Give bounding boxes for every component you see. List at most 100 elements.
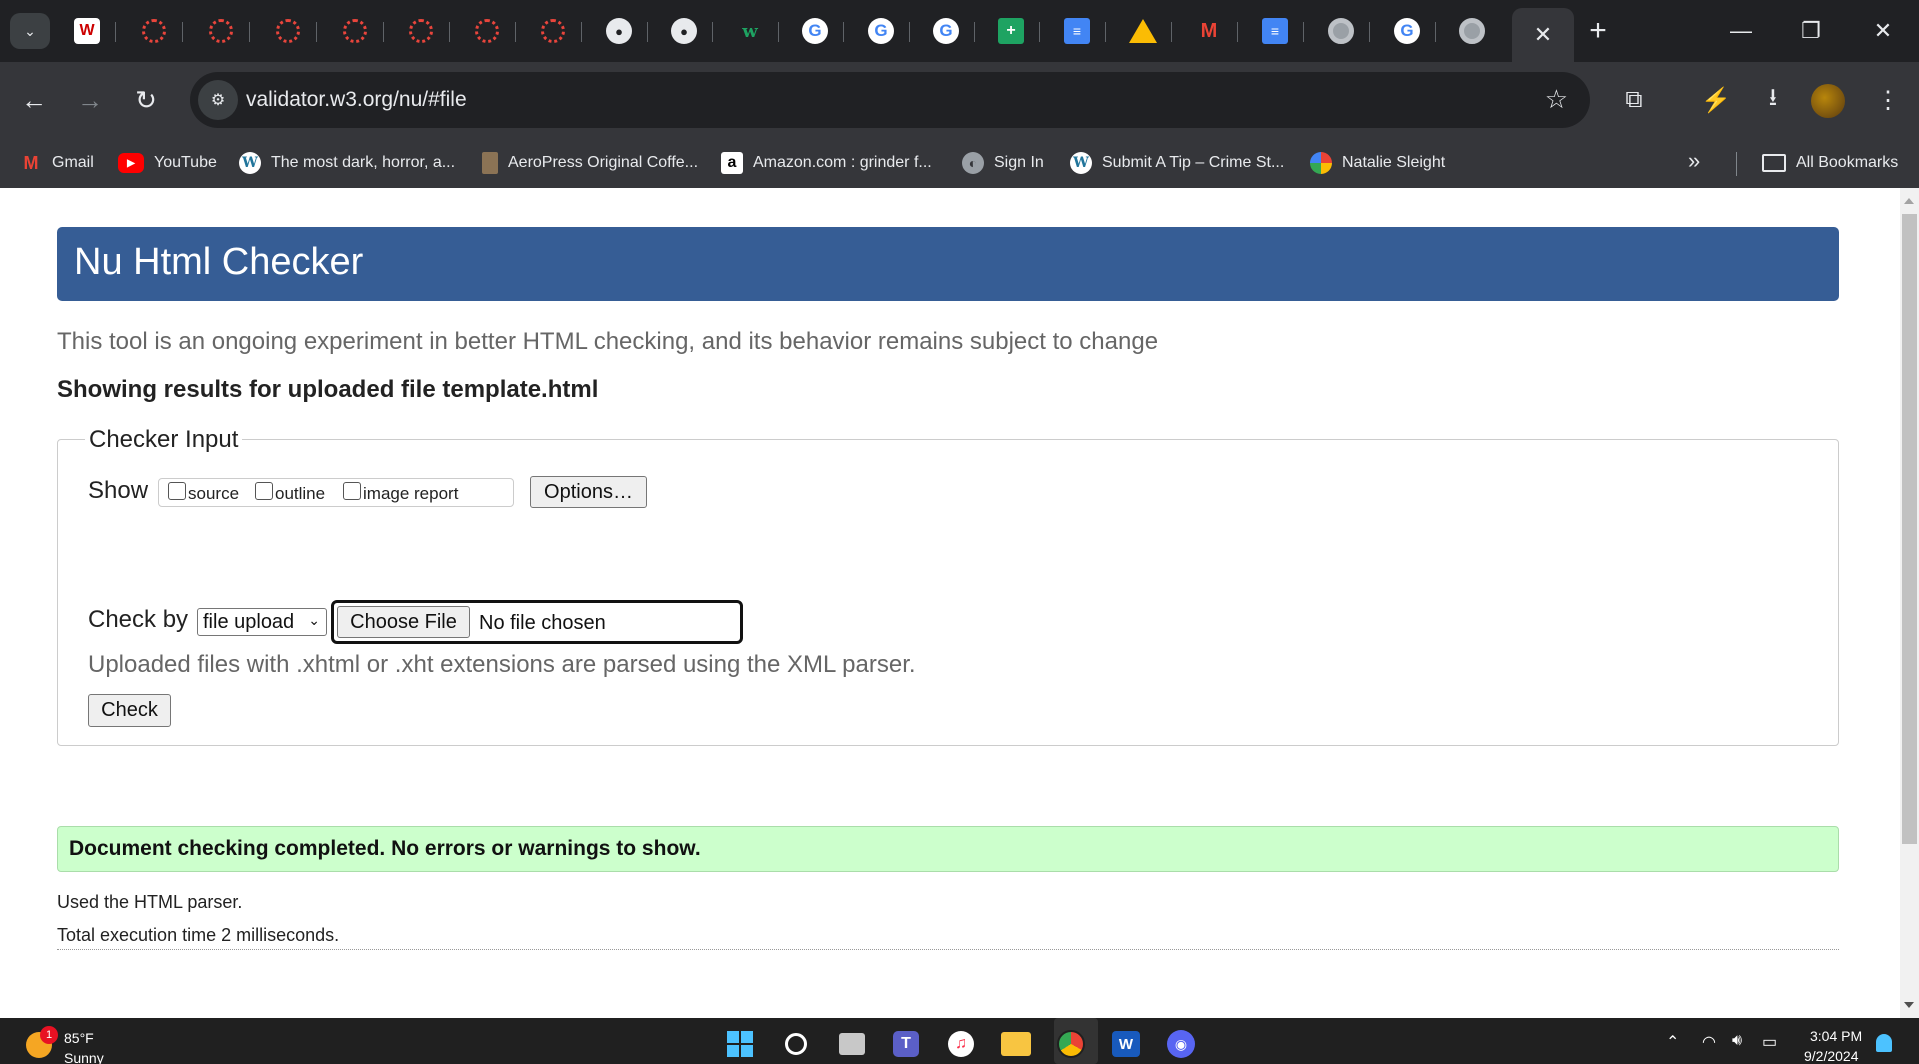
tab-w-green[interactable]: w — [721, 8, 779, 54]
taskbar-search[interactable] — [780, 1028, 812, 1060]
bookmark-label: Amazon.com : grinder f... — [753, 154, 932, 171]
tab-gear-4[interactable] — [326, 8, 384, 54]
w-green-icon: w — [742, 20, 758, 42]
google-icon: G — [1394, 18, 1420, 44]
tab-wiley[interactable]: W — [58, 8, 116, 54]
check-button[interactable]: Check — [88, 694, 171, 727]
back-button[interactable]: ← — [12, 78, 56, 122]
close-icon[interactable]: ✕ — [1534, 22, 1552, 48]
tab-gear-7[interactable] — [524, 8, 582, 54]
success-message: Document checking completed. No errors o… — [69, 837, 701, 860]
clock-time[interactable]: 3:04 PM — [1810, 1028, 1862, 1044]
check-by-select[interactable]: file upload ⌄ — [197, 608, 327, 636]
weather-condition[interactable]: Sunny — [64, 1050, 104, 1064]
tab-google-3[interactable]: G — [917, 8, 975, 54]
choose-file-button[interactable]: Choose File — [337, 606, 470, 638]
execution-time: Total execution time 2 milliseconds. — [57, 925, 340, 945]
tab-google-4[interactable]: G — [1378, 8, 1436, 54]
word-app[interactable]: W — [1110, 1028, 1142, 1060]
site-info-icon[interactable]: ⚙ — [198, 80, 238, 120]
tab-search-button[interactable]: ⌄ — [10, 13, 50, 49]
bookmark-gmail[interactable]: M Gmail — [20, 148, 94, 178]
window-close-button[interactable]: ✕ — [1848, 8, 1918, 54]
red-gear-icon — [209, 19, 233, 43]
bookmark-aeropress[interactable]: AeroPress Original Coffe... — [482, 148, 698, 178]
bookmark-label: AeroPress Original Coffe... — [508, 154, 699, 171]
profile-avatar[interactable] — [1811, 84, 1845, 118]
image-report-label[interactable]: image report — [363, 484, 458, 504]
volume-icon[interactable]: 🔊︎ — [1732, 1032, 1742, 1050]
tab-gear-5[interactable] — [392, 8, 450, 54]
outline-checkbox[interactable] — [255, 482, 273, 500]
bookmark-sign-in[interactable]: ◐ Sign In — [962, 148, 1044, 178]
tab-active[interactable]: ✕ — [1512, 8, 1574, 62]
show-options-group: source outline image report — [158, 478, 514, 507]
page-subtitle: This tool is an ongoing experiment in be… — [57, 328, 1159, 355]
scroll-up-arrow-icon[interactable] — [1904, 198, 1914, 204]
tab-gear-3[interactable] — [259, 8, 317, 54]
weather-temp[interactable]: 85°F — [64, 1030, 94, 1046]
battery-icon[interactable]: ▭ — [1762, 1032, 1777, 1052]
source-label[interactable]: source — [188, 484, 239, 504]
tab-gear-6[interactable] — [458, 8, 516, 54]
bookmark-youtube[interactable]: ▶ YouTube — [118, 148, 217, 178]
extensions-icon[interactable]: ⧉ — [1612, 80, 1656, 120]
page-scrollbar[interactable] — [1900, 188, 1919, 1018]
menu-kebab-icon[interactable]: ⋮ — [1866, 80, 1910, 120]
tab-google-1[interactable]: G — [786, 8, 844, 54]
red-gear-icon — [475, 19, 499, 43]
red-gear-icon — [409, 19, 433, 43]
tray-overflow-chevron-icon[interactable]: ⌃ — [1666, 1032, 1679, 1052]
teams-icon: T — [893, 1031, 919, 1057]
tab-google-2[interactable]: G — [852, 8, 910, 54]
minimize-button[interactable]: — — [1706, 8, 1776, 54]
tab-github-1[interactable]: ● — [590, 8, 648, 54]
reload-button[interactable]: ↻ — [124, 78, 168, 122]
file-input[interactable]: Choose File No file chosen — [331, 600, 743, 644]
teams-app[interactable]: T — [890, 1028, 922, 1060]
scroll-thumb[interactable] — [1902, 214, 1917, 844]
tab-gear-2[interactable] — [192, 8, 250, 54]
tab-github-2[interactable]: ● — [655, 8, 713, 54]
scroll-down-arrow-icon[interactable] — [1904, 1002, 1914, 1008]
tab-gear-1[interactable] — [125, 8, 183, 54]
source-checkbox[interactable] — [168, 482, 186, 500]
aeropress-icon — [482, 152, 498, 174]
tab-docs-1[interactable]: ≡ — [1048, 8, 1106, 54]
tab-chrome-1[interactable] — [1312, 8, 1370, 54]
bookmark-amazon[interactable]: a Amazon.com : grinder f... — [721, 148, 932, 178]
bookmark-submit-tip[interactable]: W Submit A Tip – Crime St... — [1070, 148, 1284, 178]
address-bar[interactable]: ⚙ validator.w3.org/nu/#file ☆ — [190, 72, 1590, 128]
start-button[interactable] — [724, 1028, 756, 1060]
github-icon: ● — [606, 18, 632, 44]
tab-docs-2[interactable]: ≡ — [1246, 8, 1304, 54]
options-button[interactable]: Options… — [530, 476, 647, 508]
all-bookmarks-button[interactable]: All Bookmarks — [1762, 148, 1898, 178]
download-icon[interactable]: ⭳ — [1751, 80, 1795, 120]
file-explorer-app[interactable] — [1000, 1028, 1032, 1060]
performance-icon[interactable]: ⚡ — [1694, 80, 1738, 120]
image-report-checkbox[interactable] — [343, 482, 361, 500]
bookmark-star-icon[interactable]: ☆ — [1545, 84, 1568, 115]
clock-date[interactable]: 9/2/2024 — [1804, 1048, 1859, 1064]
url-text[interactable]: validator.w3.org/nu/#file — [246, 88, 467, 112]
bookmark-natalie[interactable]: Natalie Sleight — [1310, 148, 1445, 178]
google-icon: G — [802, 18, 828, 44]
music-app[interactable]: ♫ — [945, 1028, 977, 1060]
new-tab-button[interactable]: + — [1578, 14, 1618, 48]
task-view-button[interactable] — [836, 1028, 868, 1060]
tab-chrome-2[interactable] — [1443, 8, 1501, 54]
discord-app[interactable]: ◉ — [1165, 1028, 1197, 1060]
restore-button[interactable]: ❐ — [1776, 8, 1846, 54]
notification-bell-icon[interactable] — [1876, 1034, 1892, 1052]
forward-button[interactable]: → — [68, 78, 112, 122]
bookmark-dark-horror[interactable]: W The most dark, horror, a... — [239, 148, 455, 178]
upload-note: Uploaded files with .xhtml or .xht exten… — [88, 651, 916, 678]
tab-gmail[interactable]: M — [1180, 8, 1238, 54]
outline-label[interactable]: outline — [275, 484, 325, 504]
wifi-icon[interactable]: ◠ — [1702, 1032, 1716, 1052]
bookmarks-overflow-icon[interactable]: » — [1688, 148, 1700, 174]
tab-sheets[interactable]: + — [982, 8, 1040, 54]
tab-drive[interactable] — [1114, 8, 1172, 54]
chrome-app[interactable] — [1055, 1028, 1087, 1060]
